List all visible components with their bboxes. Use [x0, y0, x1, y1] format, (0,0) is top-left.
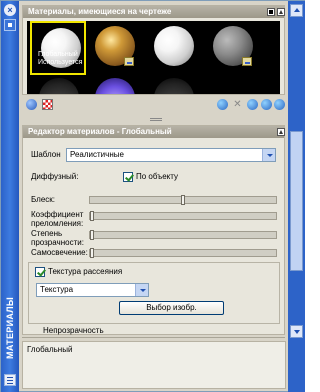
collapse-icon[interactable] [277, 128, 285, 136]
self-illumination-slider-thumb[interactable] [90, 248, 94, 258]
editor-panel-title: Редактор материалов - Глобальный [28, 127, 172, 136]
properties-icon[interactable] [4, 374, 16, 386]
palette-title-bar[interactable]: × МАТЕРИАЛЫ [1, 1, 19, 392]
refraction-slider[interactable] [89, 211, 277, 221]
material-swatch[interactable] [30, 78, 86, 94]
materials-toolbar: ✕ [22, 97, 285, 113]
diffuse-map-group: Текстура рассеяния Текстура Выбор изобр. [28, 262, 280, 324]
palette-scrollbar[interactable] [288, 1, 305, 392]
collapse-icon[interactable] [277, 8, 285, 16]
sphere-preview [95, 78, 135, 94]
scroll-down-button[interactable] [290, 325, 303, 338]
map-type-value: Текстура [40, 285, 74, 294]
diffuse-label: Диффузный: [31, 172, 79, 181]
scroll-thumb[interactable] [290, 131, 303, 271]
refraction-slider-thumb[interactable] [90, 211, 94, 221]
by-object-checkbox[interactable] [123, 172, 133, 182]
materials-panel-title: Материалы, имеющиеся на чертеже [28, 7, 172, 16]
chevron-down-icon[interactable] [135, 284, 148, 296]
chevron-down-icon[interactable] [262, 149, 275, 161]
tools-icon[interactable] [261, 99, 272, 110]
sphere-preview [154, 26, 194, 66]
gloss-slider[interactable] [89, 195, 277, 205]
purge-icon[interactable] [274, 99, 285, 110]
material-editor-panel: Редактор материалов - Глобальный Шаблон … [22, 125, 285, 335]
material-swatch[interactable] [145, 78, 201, 94]
palette-title: МАТЕРИАЛЫ [5, 297, 15, 359]
diffuse-map-checkbox[interactable] [35, 267, 45, 277]
materials-palette: × МАТЕРИАЛЫ Материалы, имеющиеся на черт… [0, 0, 305, 392]
autohide-icon[interactable] [4, 19, 16, 31]
texture-badge-icon [124, 57, 134, 66]
apply-icon[interactable] [247, 99, 258, 110]
checker-icon[interactable] [42, 99, 53, 110]
materials-panel-header[interactable]: Материалы, имеющиеся на чертеже [23, 6, 285, 18]
template-value: Реалистичные [70, 150, 124, 159]
sphere-preview [39, 78, 79, 94]
material-swatch[interactable] [86, 78, 142, 94]
gloss-label: Блеск: [31, 195, 55, 204]
map-type-select[interactable]: Текстура [36, 283, 149, 297]
self-illumination-slider[interactable] [89, 248, 277, 258]
material-swatches: Глобальный Используется [27, 21, 280, 94]
transparency-slider[interactable] [89, 230, 277, 240]
delete-icon[interactable]: ✕ [232, 99, 243, 110]
sphere-icon[interactable] [217, 99, 228, 110]
refraction-label: Коэффициент преломления: [31, 210, 84, 228]
editor-panel-header[interactable]: Редактор материалов - Глобальный [23, 126, 285, 138]
opacity-label: Непрозрачность [43, 326, 104, 335]
diffuse-map-label: Текстура рассеяния [48, 267, 123, 276]
template-label: Шаблон [31, 150, 61, 159]
swatch-label: Глобальный Используется [38, 51, 83, 66]
swatch-view-icon[interactable] [267, 8, 275, 16]
sphere-preview [154, 78, 194, 94]
materials-in-drawing-panel: Материалы, имеющиеся на чертеже Глобальн… [22, 5, 285, 95]
globe-icon[interactable] [26, 99, 37, 110]
divider [22, 337, 285, 338]
material-swatch-global[interactable]: Глобальный Используется [30, 21, 86, 75]
material-swatch[interactable] [86, 21, 142, 75]
panel-splitter[interactable] [146, 117, 166, 123]
status-panel: Глобальный [22, 341, 286, 389]
transparency-label: Степень прозрачности: [31, 229, 84, 247]
by-object-label: По объекту [136, 172, 178, 181]
status-text: Глобальный [27, 345, 73, 354]
select-image-button[interactable]: Выбор изобр. [119, 301, 224, 315]
transparency-slider-thumb[interactable] [90, 230, 94, 240]
template-select[interactable]: Реалистичные [66, 148, 276, 162]
texture-badge-icon [242, 57, 252, 66]
gloss-slider-thumb[interactable] [181, 195, 185, 205]
close-icon[interactable]: × [4, 4, 16, 16]
scroll-up-button[interactable] [290, 4, 303, 17]
self-illumination-label: Самосвечение: [31, 248, 88, 257]
material-swatch[interactable] [145, 21, 201, 75]
material-swatch[interactable] [204, 21, 260, 75]
